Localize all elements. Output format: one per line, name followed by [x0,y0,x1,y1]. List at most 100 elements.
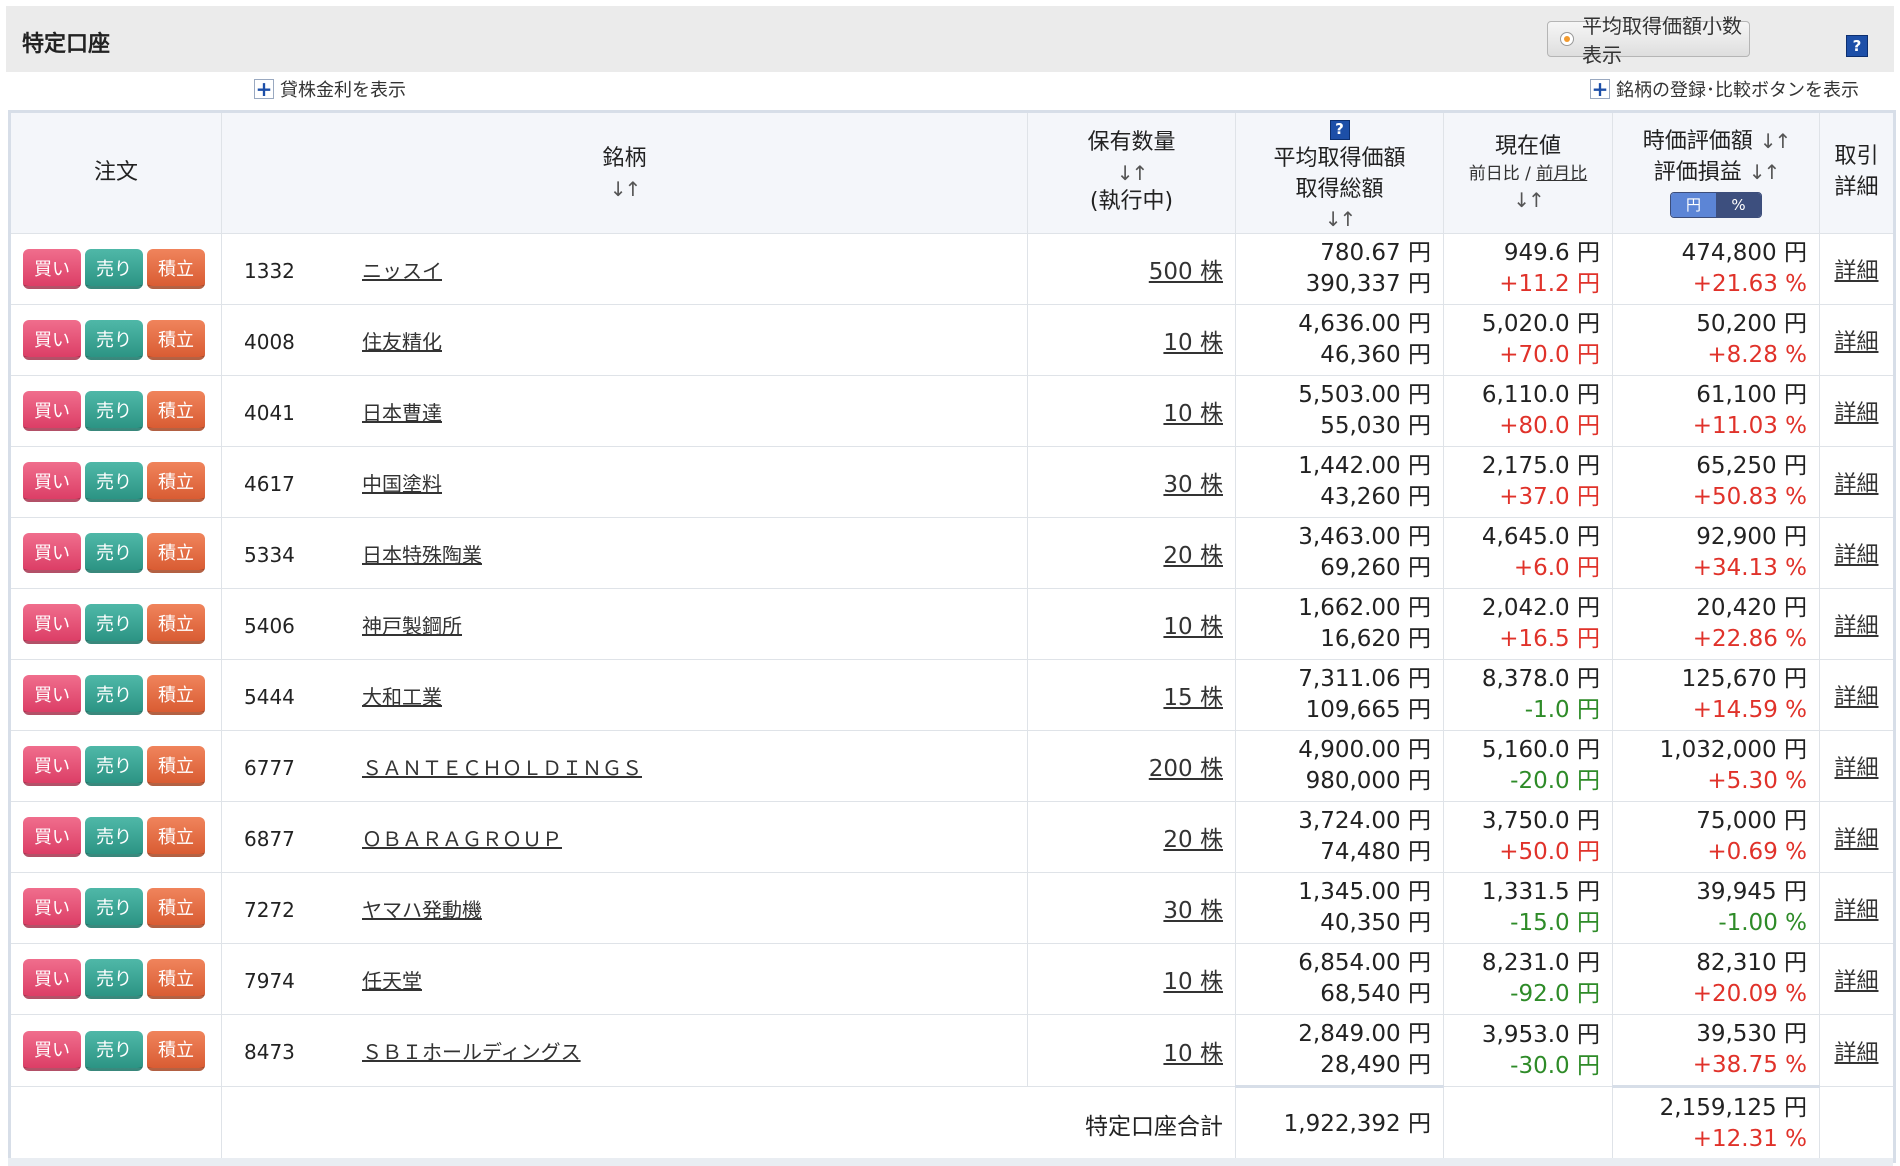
stock-name-link[interactable]: 日本特殊陶業 [362,543,482,567]
show-register-compare-link[interactable]: + 銘柄の登録･比較ボタンを表示 [1590,76,1859,102]
buy-button[interactable]: 買い [23,746,81,787]
detail-link[interactable]: 詳細 [1834,1041,1878,1066]
sell-button[interactable]: 売り [85,675,143,716]
buy-button[interactable]: 買い [23,959,81,1000]
quantity-link[interactable]: 500 株 [1149,259,1223,285]
quantity-link[interactable]: 30 株 [1163,898,1223,924]
sort-icon[interactable]: ↓↑ [1236,205,1443,233]
buy-button[interactable]: 買い [23,604,81,645]
sell-button[interactable]: 売り [85,249,143,290]
tsumitate-button[interactable]: 積立 [147,675,205,716]
sort-icon[interactable]: ↓↑ [1749,160,1780,184]
help-icon[interactable]: ? [1329,119,1350,140]
buy-button[interactable]: 買い [23,675,81,716]
show-lending-rate-link[interactable]: + 貸株金利を表示 [254,76,406,102]
sell-button[interactable]: 売り [85,462,143,503]
unit-toggle[interactable]: 円 % [1670,192,1762,219]
detail-link[interactable]: 詳細 [1834,756,1878,781]
prev-month-link[interactable]: 前月比 [1536,164,1587,184]
account-page: 特定口座 平均取得価額小数表示 ? + 貸株金利を表示 + 銘柄の登録･比較ボタ… [0,0,1900,1166]
quantity-column-header[interactable]: 保有数量 ↓↑ (執行中) [1027,110,1236,235]
stock-name-link[interactable]: ヤマハ発動機 [362,898,482,922]
unit-yen-button[interactable]: 円 [1671,193,1716,218]
detail-link[interactable]: 詳細 [1834,827,1878,852]
sell-button[interactable]: 売り [85,1030,143,1071]
help-icon[interactable]: ? [1846,35,1868,57]
detail-link[interactable]: 詳細 [1834,401,1878,426]
sell-button[interactable]: 売り [85,391,143,432]
tsumitate-button[interactable]: 積立 [147,462,205,503]
stock-column-header[interactable]: 銘柄 ↓↑ [221,110,1028,235]
sort-icon[interactable]: ↓↑ [222,175,1027,203]
sell-button[interactable]: 売り [85,604,143,645]
stock-name-link[interactable]: 神戸製鋼所 [362,614,462,638]
sort-icon[interactable]: ↓↑ [1028,159,1235,187]
buy-button[interactable]: 買い [23,888,81,929]
detail-link[interactable]: 詳細 [1834,330,1878,355]
tsumitate-button[interactable]: 積立 [147,604,205,645]
quantity-link[interactable]: 10 株 [1163,1041,1223,1067]
sell-button[interactable]: 売り [85,320,143,361]
account-header: 特定口座 平均取得価額小数表示 ? [6,6,1894,72]
quantity-link[interactable]: 20 株 [1163,543,1223,569]
tsumitate-button[interactable]: 積立 [147,320,205,361]
quantity-cell: 30 株 [1027,446,1236,519]
tsumitate-button[interactable]: 積立 [147,817,205,858]
stock-name-link[interactable]: 任天堂 [362,969,422,993]
tsumitate-button[interactable]: 積立 [147,533,205,574]
buy-button[interactable]: 買い [23,817,81,858]
avg-cost-column-header[interactable]: ? 平均取得価額 取得総額 ↓↑ [1235,110,1444,235]
detail-link[interactable]: 詳細 [1834,614,1878,639]
buy-button[interactable]: 買い [23,391,81,432]
quantity-link[interactable]: 20 株 [1163,827,1223,853]
detail-link[interactable]: 詳細 [1834,472,1878,497]
quantity-link[interactable]: 30 株 [1163,472,1223,498]
quantity-link[interactable]: 10 株 [1163,401,1223,427]
stock-name-link[interactable]: ＯＢＡＲＡＧＲＯＵＰ [362,827,562,851]
stock-name-link[interactable]: 日本曹達 [362,401,442,425]
detail-cell: 詳細 [1819,304,1895,377]
tsumitate-button[interactable]: 積立 [147,249,205,290]
price-column-header[interactable]: 現在値 前日比 / 前月比 ↓↑ [1443,110,1613,235]
buy-button[interactable]: 買い [23,462,81,503]
sort-icon[interactable]: ↓↑ [1760,129,1791,153]
unit-percent-button[interactable]: % [1716,193,1761,218]
quantity-link[interactable]: 10 株 [1163,330,1223,356]
detail-link[interactable]: 詳細 [1834,259,1878,284]
sell-button[interactable]: 売り [85,959,143,1000]
sell-button[interactable]: 売り [85,746,143,787]
buy-button[interactable]: 買い [23,249,81,290]
tsumitate-button[interactable]: 積立 [147,746,205,787]
stock-code: 4617 [244,471,295,496]
tsumitate-button[interactable]: 積立 [147,959,205,1000]
tsumitate-button[interactable]: 積立 [147,391,205,432]
stock-name-link[interactable]: 中国塗料 [362,472,442,496]
buy-button[interactable]: 買い [23,1030,81,1071]
stock-name-link[interactable]: ニッスイ [362,259,442,283]
value-column-header[interactable]: 時価評価額 ↓↑ 評価損益 ↓↑ 円 % [1612,110,1820,235]
stock-name-link[interactable]: ＳＡＮＴＥＣＨＯＬＤＩＮＧＳ [362,756,642,780]
detail-link[interactable]: 詳細 [1834,969,1878,994]
sell-button[interactable]: 売り [85,533,143,574]
stock-name-link[interactable]: 住友精化 [362,330,442,354]
stock-name-link[interactable]: ＳＢＩホールディングス [362,1040,581,1064]
buy-button[interactable]: 買い [23,533,81,574]
sell-button[interactable]: 売り [85,817,143,858]
stock-code: 8473 [244,1040,295,1065]
tsumitate-button[interactable]: 積立 [147,888,205,929]
quantity-link[interactable]: 200 株 [1149,756,1223,782]
quantity-link[interactable]: 15 株 [1163,685,1223,711]
quantity-cell: 10 株 [1027,304,1236,377]
detail-link[interactable]: 詳細 [1834,543,1878,568]
quantity-link[interactable]: 10 株 [1163,969,1223,995]
stock-name-link[interactable]: 大和工業 [362,685,442,709]
tsumitate-button[interactable]: 積立 [147,1030,205,1071]
detail-link[interactable]: 詳細 [1834,685,1878,710]
cost-cell: 3,724.00 円 74,480 円 [1235,801,1444,874]
decimal-display-toggle[interactable]: 平均取得価額小数表示 [1547,14,1750,67]
buy-button[interactable]: 買い [23,320,81,361]
sell-button[interactable]: 売り [85,888,143,929]
sort-icon[interactable]: ↓↑ [1444,186,1612,214]
detail-link[interactable]: 詳細 [1834,898,1878,923]
quantity-link[interactable]: 10 株 [1163,614,1223,640]
